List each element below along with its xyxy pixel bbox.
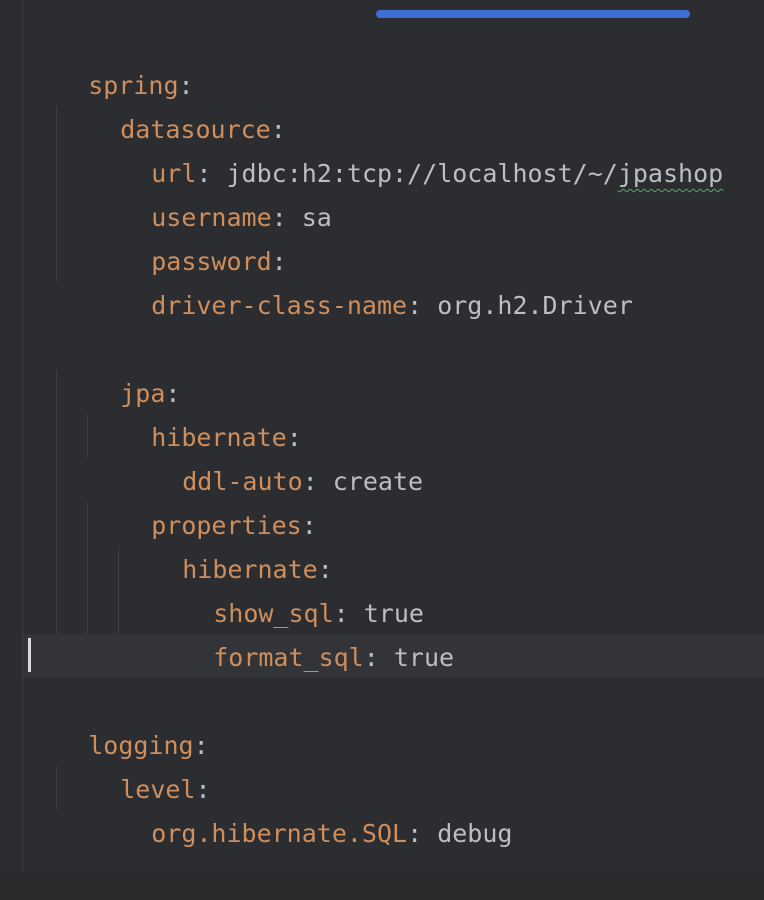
yaml-colon: : (363, 643, 394, 672)
indent-guide (87, 502, 88, 634)
code-line: level: (60, 724, 210, 804)
yaml-key: org.hibernate.SQL (151, 819, 408, 848)
code-line: hibernate: (122, 504, 333, 584)
yaml-value: debug (437, 819, 513, 848)
code-line: ddl-auto: create (122, 416, 423, 496)
code-line: jpa: (60, 328, 180, 408)
code-line: show_sql: true (153, 548, 424, 628)
yaml-value: create (332, 467, 424, 496)
code-line: properties: (91, 460, 317, 540)
code-editor[interactable]: spring: datasource: url: jdbc:h2:tcp://l… (0, 0, 764, 872)
code-line: username: sa (91, 152, 332, 232)
code-line: datasource: (60, 64, 286, 144)
text-caret (28, 638, 31, 672)
gutter-divider (22, 0, 23, 872)
yaml-key: format_sql (213, 643, 364, 672)
yaml-key: driver-class-name (151, 291, 408, 320)
yaml-value-spelling-warning: jpashop (617, 159, 724, 188)
code-line: format_sql: true (153, 592, 454, 672)
horizontal-scrollbar-thumb[interactable] (376, 10, 690, 18)
yaml-value: true (393, 643, 455, 672)
code-line: logging: (28, 680, 208, 760)
code-line: spring: (28, 20, 193, 100)
code-line: driver-class-name: org.h2.Driver (91, 240, 633, 320)
yaml-value: org.h2.Driver (437, 291, 633, 320)
yaml-colon: : (407, 291, 438, 320)
indent-guide (56, 370, 57, 634)
code-line: org.hibernate.SQL: debug (91, 768, 512, 848)
yaml-colon: : (407, 819, 438, 848)
code-line: hibernate: (91, 372, 302, 452)
code-line: url: jdbc:h2:tcp://localhost/~/jpashop (91, 108, 723, 188)
yaml-value: sa (301, 203, 332, 232)
code-line: password: (91, 196, 286, 276)
